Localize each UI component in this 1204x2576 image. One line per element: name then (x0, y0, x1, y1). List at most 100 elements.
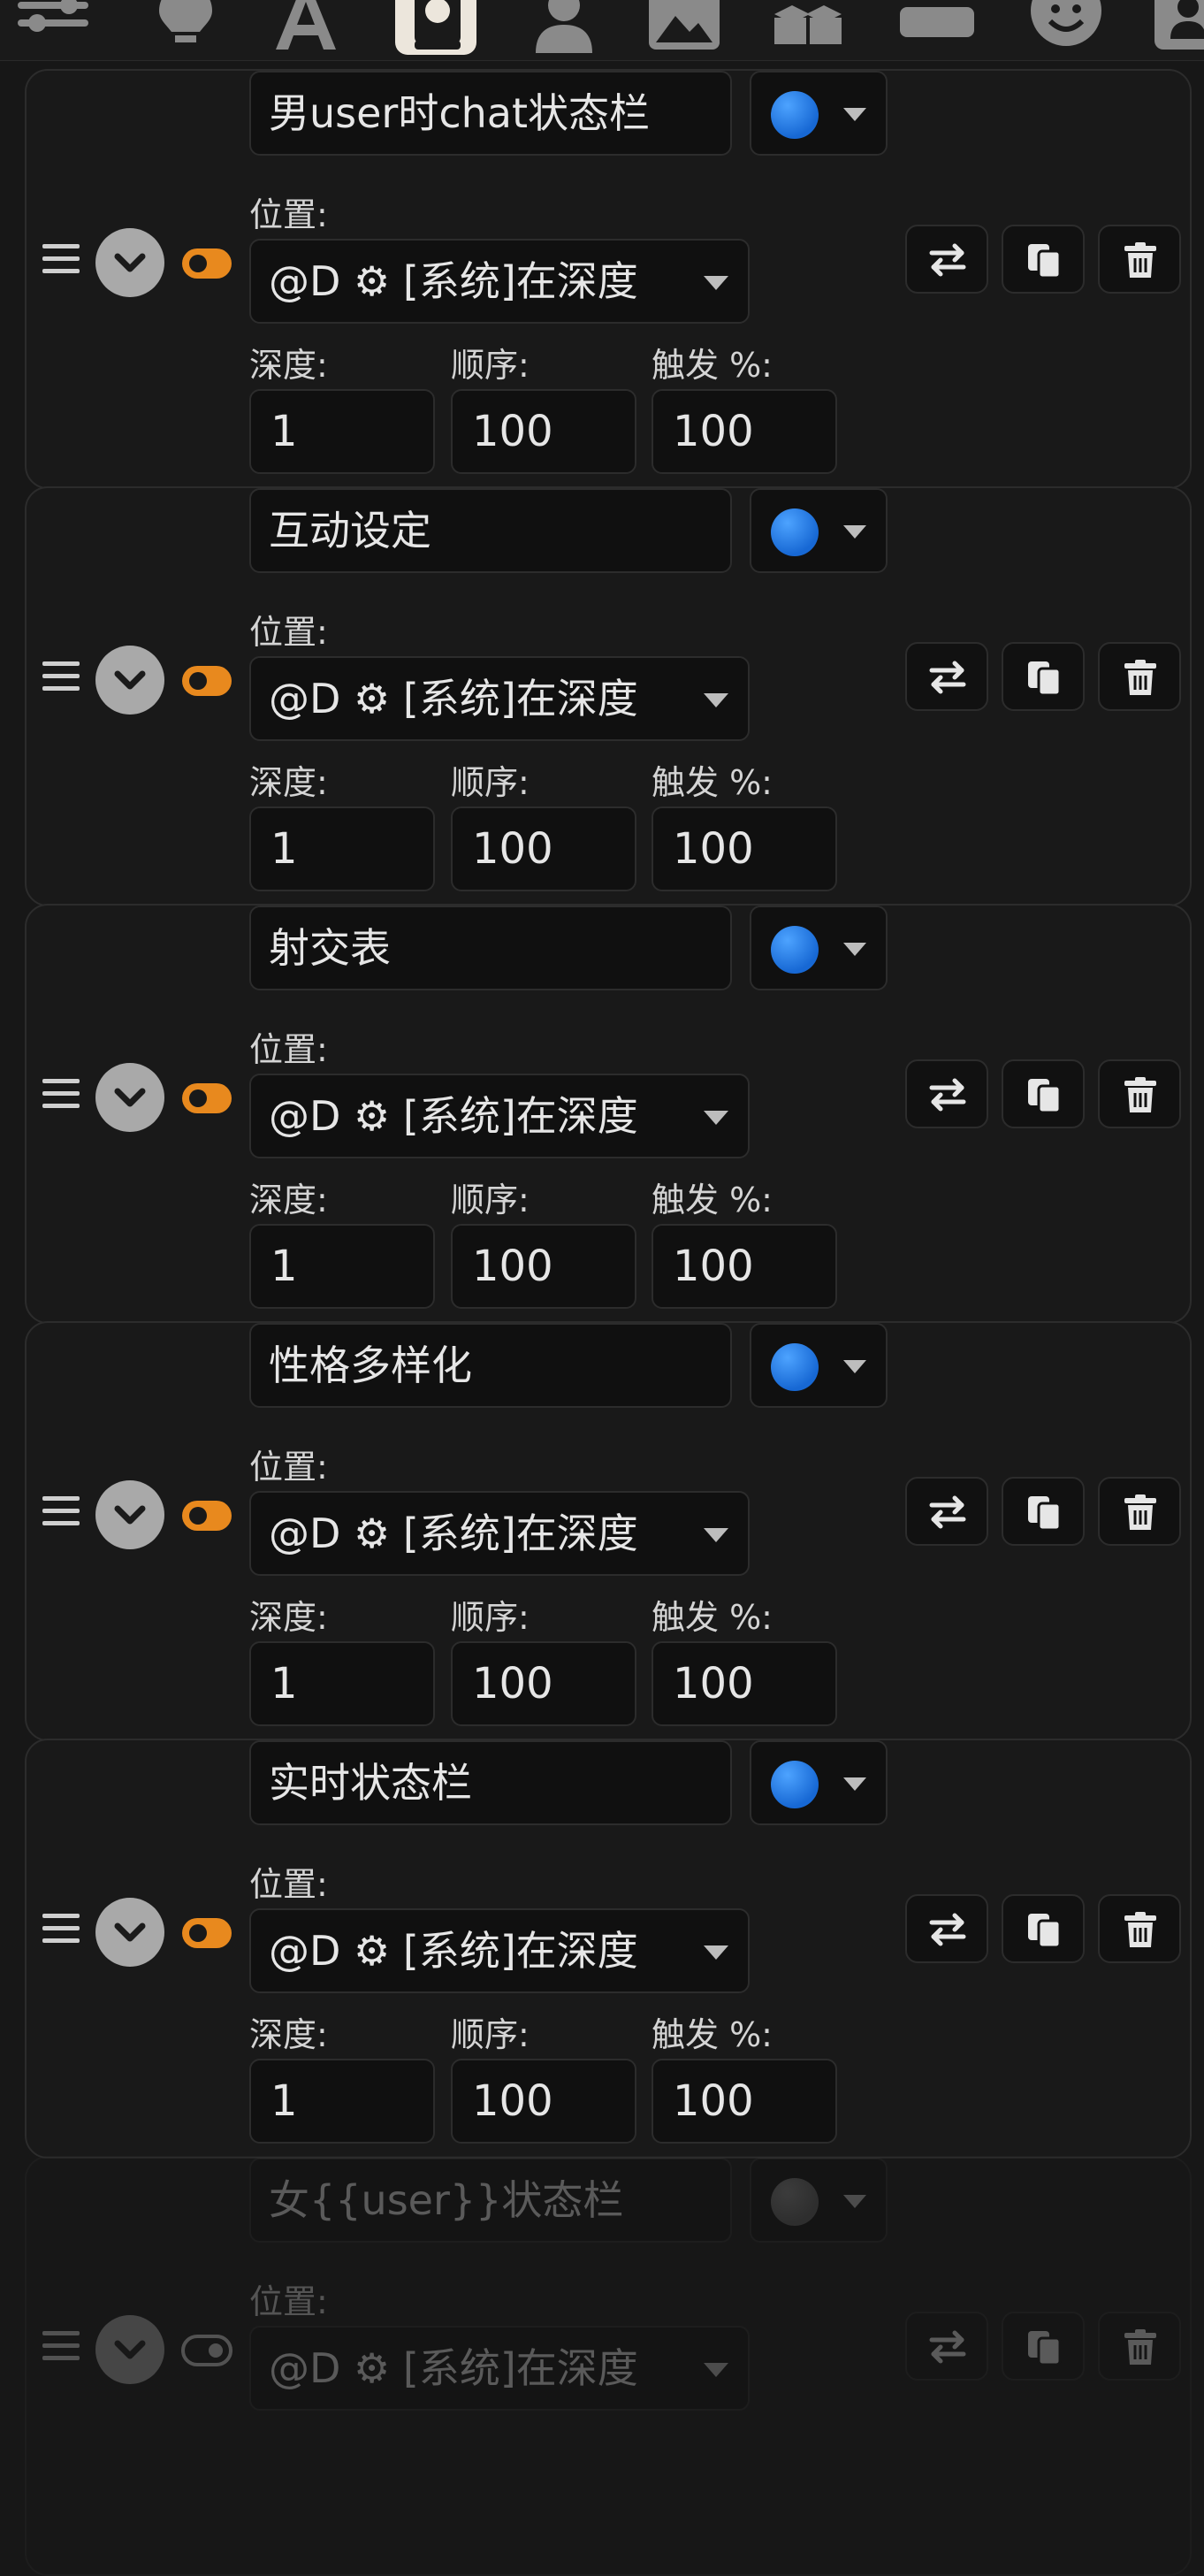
trigger-input[interactable]: 100 (652, 806, 837, 891)
drag-handle-icon[interactable] (42, 661, 80, 697)
order-input[interactable]: 100 (451, 1641, 636, 1726)
depth-input[interactable]: 1 (249, 1224, 435, 1309)
move-entry-button[interactable] (905, 1894, 988, 1963)
move-entry-button[interactable] (905, 642, 988, 711)
entry-status-select[interactable] (750, 71, 888, 156)
copy-icon (1028, 2331, 1062, 2366)
delete-entry-button[interactable] (1098, 1894, 1181, 1963)
expand-chevron-button[interactable] (95, 1898, 164, 1967)
world-info-entry: 性格多样化 位置: @D ⚙ [系统]在深度 深度: 顺序: 触发 %: 1 100 100 (25, 1321, 1192, 1741)
expand-chevron-button[interactable] (95, 1063, 164, 1132)
expand-chevron-button[interactable] (95, 228, 164, 297)
delete-entry-button[interactable] (1098, 642, 1181, 711)
duplicate-entry-button[interactable] (1002, 1477, 1085, 1546)
order-input[interactable]: 100 (451, 389, 636, 474)
expand-chevron-button[interactable] (95, 2315, 164, 2384)
exchange-icon (929, 243, 966, 277)
entry-status-select[interactable] (750, 906, 888, 990)
move-entry-button[interactable] (905, 1059, 988, 1128)
position-label: 位置: (249, 2282, 328, 2321)
id-card-icon[interactable] (895, 0, 979, 57)
order-input[interactable]: 100 (451, 1224, 636, 1309)
duplicate-entry-button[interactable] (1002, 642, 1085, 711)
position-select[interactable]: @D ⚙ [系统]在深度 (249, 1491, 750, 1576)
depth-label: 深度: (249, 1181, 328, 1219)
entry-status-select[interactable] (750, 1323, 888, 1408)
user-card-icon[interactable] (1146, 0, 1204, 57)
image-icon[interactable] (642, 0, 727, 57)
world-info-entry: 射交表 位置: @D ⚙ [系统]在深度 深度: 顺序: 触发 %: 1 100 100 (25, 904, 1192, 1324)
entry-title-input[interactable]: 互动设定 (249, 488, 732, 573)
depth-input[interactable]: 1 (249, 806, 435, 891)
entry-title-input[interactable]: 射交表 (249, 906, 732, 990)
position-label: 位置: (249, 1030, 328, 1069)
trash-icon (1124, 2329, 1156, 2365)
position-value: @D ⚙ [系统]在深度 (269, 1510, 638, 1557)
status-dot-icon (771, 1343, 819, 1391)
expand-chevron-button[interactable] (95, 646, 164, 715)
entry-enable-toggle[interactable] (180, 1499, 233, 1533)
trigger-input[interactable]: 100 (652, 1641, 837, 1726)
depth-label: 深度: (249, 763, 328, 802)
depth-input[interactable]: 1 (249, 1641, 435, 1726)
trigger-input[interactable]: 100 (652, 389, 837, 474)
entry-title-input[interactable]: 性格多样化 (249, 1323, 732, 1408)
entry-enable-toggle[interactable] (180, 1916, 233, 1950)
cubes-icon[interactable] (766, 0, 850, 57)
depth-input[interactable]: 1 (249, 389, 435, 474)
entry-status-select[interactable] (750, 2158, 888, 2243)
drag-handle-icon[interactable] (42, 1496, 80, 1532)
position-select[interactable]: @D ⚙ [系统]在深度 (249, 239, 750, 324)
duplicate-entry-button[interactable] (1002, 1894, 1085, 1963)
entry-status-select[interactable] (750, 1740, 888, 1825)
position-select[interactable]: @D ⚙ [系统]在深度 (249, 2326, 750, 2411)
position-select[interactable]: @D ⚙ [系统]在深度 (249, 656, 750, 741)
font-icon[interactable] (263, 0, 348, 57)
drag-handle-icon[interactable] (42, 1079, 80, 1114)
chevron-down-icon (114, 1922, 146, 1942)
lightbulb-icon[interactable] (143, 0, 228, 57)
depth-input[interactable]: 1 (249, 2059, 435, 2144)
entry-enable-toggle[interactable] (180, 2334, 233, 2367)
sliders-icon[interactable] (11, 0, 95, 57)
trigger-input[interactable]: 100 (652, 1224, 837, 1309)
duplicate-entry-button[interactable] (1002, 2312, 1085, 2381)
duplicate-entry-button[interactable] (1002, 1059, 1085, 1128)
chevron-down-icon (114, 670, 146, 690)
trash-icon (1124, 1912, 1156, 1947)
trigger-label: 触发 %: (652, 1598, 773, 1637)
entry-title-input[interactable]: 实时状态栏 (249, 1740, 732, 1825)
delete-entry-button[interactable] (1098, 2312, 1181, 2381)
duplicate-entry-button[interactable] (1002, 225, 1085, 294)
order-input[interactable]: 100 (451, 2059, 636, 2144)
order-label: 顺序: (451, 1181, 530, 1219)
book-icon[interactable] (395, 0, 480, 57)
position-value: @D ⚙ [系统]在深度 (269, 675, 638, 722)
move-entry-button[interactable] (905, 225, 988, 294)
trash-icon (1124, 1077, 1156, 1112)
entry-enable-toggle[interactable] (180, 247, 233, 280)
trigger-input[interactable]: 100 (652, 2059, 837, 2144)
user-icon[interactable] (522, 0, 606, 57)
position-select[interactable]: @D ⚙ [系统]在深度 (249, 1074, 750, 1158)
drag-handle-icon[interactable] (42, 2331, 80, 2366)
copy-icon (1028, 1914, 1062, 1949)
delete-entry-button[interactable] (1098, 225, 1181, 294)
entry-enable-toggle[interactable] (180, 664, 233, 698)
order-input[interactable]: 100 (451, 806, 636, 891)
entry-title-input[interactable]: 女{{user}}状态栏 (249, 2158, 732, 2243)
position-select[interactable]: @D ⚙ [系统]在深度 (249, 1908, 750, 1993)
entry-status-select[interactable] (750, 488, 888, 573)
move-entry-button[interactable] (905, 1477, 988, 1546)
caret-down-icon (843, 1777, 866, 1791)
smile-icon[interactable] (1024, 0, 1109, 57)
move-entry-button[interactable] (905, 2312, 988, 2381)
caret-down-icon (843, 108, 866, 121)
entry-title-input[interactable]: 男user时chat状态栏 (249, 71, 732, 156)
drag-handle-icon[interactable] (42, 244, 80, 279)
expand-chevron-button[interactable] (95, 1480, 164, 1549)
entry-enable-toggle[interactable] (180, 1082, 233, 1115)
drag-handle-icon[interactable] (42, 1914, 80, 1949)
delete-entry-button[interactable] (1098, 1059, 1181, 1128)
delete-entry-button[interactable] (1098, 1477, 1181, 1546)
